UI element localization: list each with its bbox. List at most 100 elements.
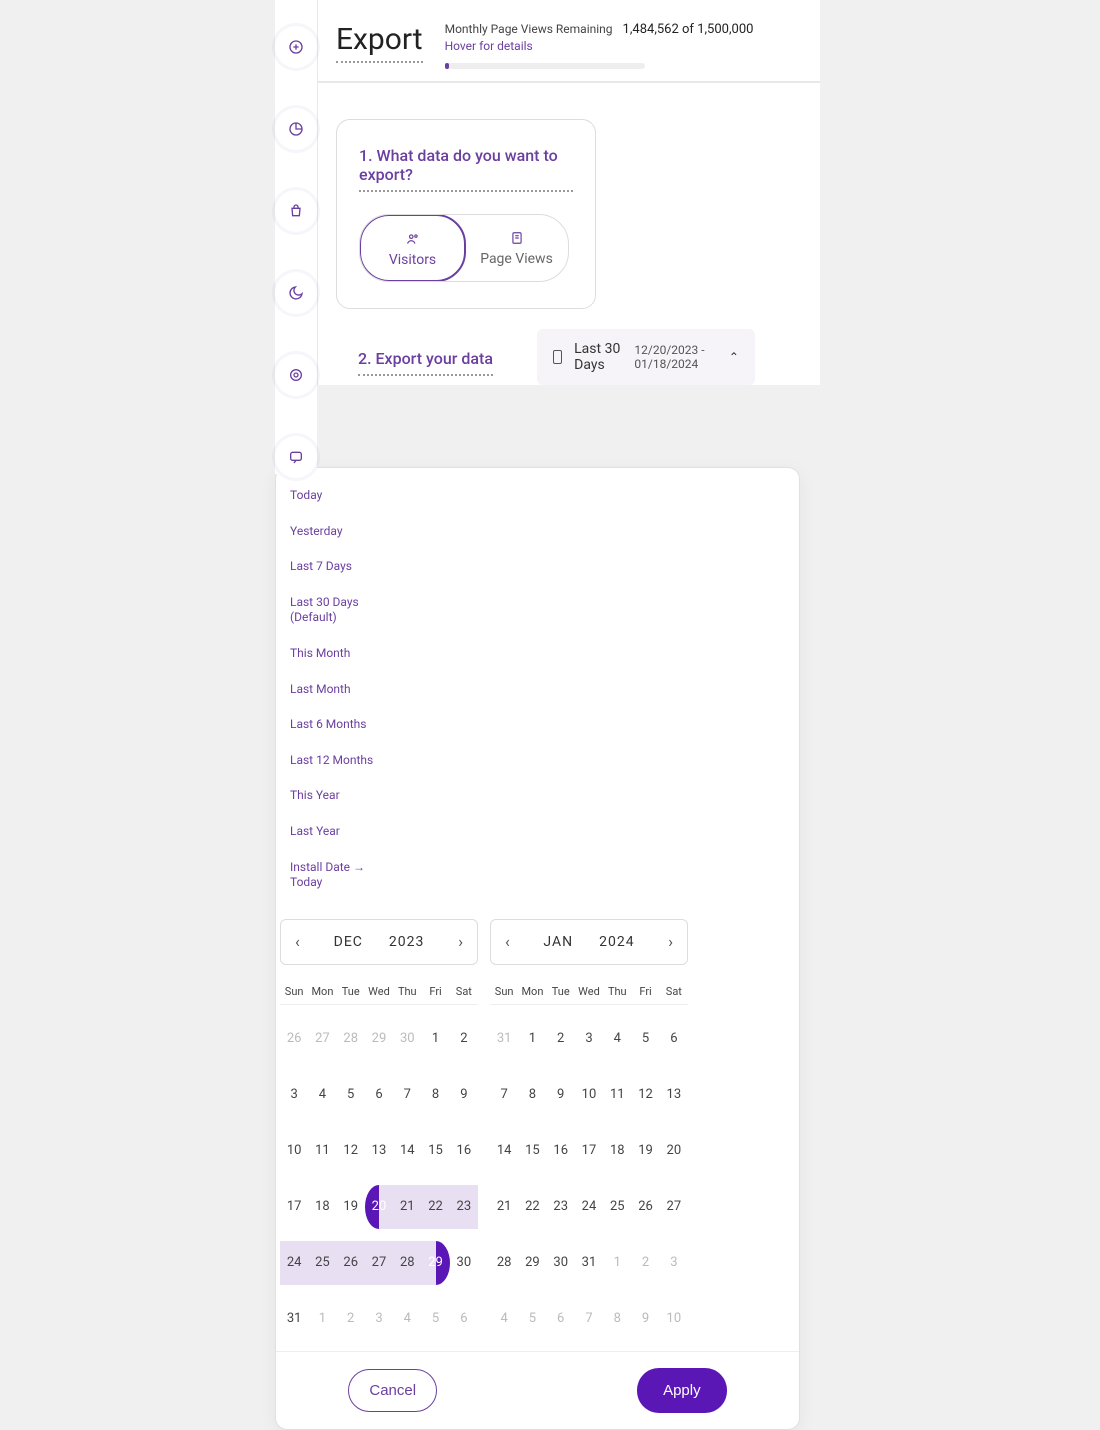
calendar-day[interactable]: 3 — [365, 1297, 393, 1341]
chat-icon[interactable] — [279, 440, 313, 474]
calendar-day[interactable]: 17 — [280, 1185, 308, 1229]
calendar-day[interactable]: 2 — [547, 1017, 575, 1061]
calendar-day[interactable]: 5 — [518, 1297, 546, 1341]
calendar-day[interactable]: 6 — [365, 1073, 393, 1117]
calendar-day[interactable]: 21 — [490, 1185, 518, 1229]
calendar-day[interactable]: 8 — [518, 1073, 546, 1117]
calendar-day[interactable]: 30 — [547, 1241, 575, 1285]
calendar-day[interactable]: 10 — [575, 1073, 603, 1117]
calendar-day[interactable]: 6 — [450, 1297, 478, 1341]
calendar-day[interactable]: 16 — [547, 1129, 575, 1173]
preset-option[interactable]: Last Month — [290, 682, 374, 698]
calendar-day[interactable]: 2 — [450, 1017, 478, 1061]
segment-page-views[interactable]: Page Views — [465, 215, 568, 281]
calendar-day[interactable]: 20 — [365, 1185, 393, 1229]
preset-option[interactable]: Last 6 Months — [290, 717, 374, 733]
calendar-day[interactable]: 28 — [393, 1241, 421, 1285]
calendar-day[interactable]: 7 — [393, 1073, 421, 1117]
next-month-icon[interactable]: › — [664, 928, 677, 955]
prev-month-icon[interactable]: ‹ — [501, 928, 514, 955]
calendar-day[interactable]: 31 — [575, 1241, 603, 1285]
calendar-day[interactable]: 3 — [280, 1073, 308, 1117]
calendar-day[interactable]: 18 — [603, 1129, 631, 1173]
calendar-day[interactable]: 21 — [393, 1185, 421, 1229]
apply-button[interactable]: Apply — [637, 1368, 727, 1413]
preset-option[interactable]: Last 7 Days — [290, 559, 374, 575]
calendar-day[interactable]: 6 — [660, 1017, 688, 1061]
calendar-day[interactable]: 14 — [393, 1129, 421, 1173]
calendar-day[interactable]: 22 — [421, 1185, 449, 1229]
calendar-day[interactable]: 7 — [575, 1297, 603, 1341]
calendar-day[interactable]: 27 — [308, 1017, 336, 1061]
calendar-day[interactable]: 1 — [603, 1241, 631, 1285]
calendar-day[interactable]: 4 — [308, 1073, 336, 1117]
calendar-day[interactable]: 19 — [631, 1129, 659, 1173]
calendar-day[interactable]: 13 — [660, 1073, 688, 1117]
calendar-day[interactable]: 27 — [660, 1185, 688, 1229]
calendar-day[interactable]: 24 — [280, 1241, 308, 1285]
calendar-day[interactable]: 12 — [631, 1073, 659, 1117]
calendar-day[interactable]: 15 — [421, 1129, 449, 1173]
calendar-day[interactable]: 25 — [308, 1241, 336, 1285]
calendar-day[interactable]: 31 — [490, 1017, 518, 1061]
preset-option[interactable]: Last 12 Months — [290, 753, 374, 769]
calendar-day[interactable]: 29 — [365, 1017, 393, 1061]
calendar-day[interactable]: 9 — [547, 1073, 575, 1117]
calendar-day[interactable]: 29 — [421, 1241, 449, 1285]
preset-option[interactable]: Last Year — [290, 824, 374, 840]
calendar-day[interactable]: 9 — [450, 1073, 478, 1117]
calendar-day[interactable]: 19 — [337, 1185, 365, 1229]
calendar-day[interactable]: 24 — [575, 1185, 603, 1229]
calendar-day[interactable]: 11 — [308, 1129, 336, 1173]
calendar-day[interactable]: 3 — [660, 1241, 688, 1285]
preset-option[interactable]: This Month — [290, 646, 374, 662]
hover-details[interactable]: Hover for details — [445, 39, 802, 53]
moon-icon[interactable] — [279, 276, 313, 310]
segment-visitors[interactable]: Visitors — [359, 214, 466, 282]
calendar-day[interactable]: 1 — [421, 1017, 449, 1061]
pie-chart-icon[interactable] — [279, 112, 313, 146]
calendar-day[interactable]: 6 — [547, 1297, 575, 1341]
calendar-day[interactable]: 29 — [518, 1241, 546, 1285]
bag-icon[interactable] — [279, 194, 313, 228]
calendar-day[interactable]: 4 — [393, 1297, 421, 1341]
preset-option[interactable]: Today — [290, 488, 374, 504]
calendar-day[interactable]: 28 — [337, 1017, 365, 1061]
calendar-day[interactable]: 2 — [337, 1297, 365, 1341]
calendar-day[interactable]: 2 — [631, 1241, 659, 1285]
preset-option[interactable]: Yesterday — [290, 524, 374, 540]
calendar-day[interactable]: 15 — [518, 1129, 546, 1173]
prev-month-icon[interactable]: ‹ — [291, 928, 304, 955]
calendar-day[interactable]: 13 — [365, 1129, 393, 1173]
calendar-day[interactable]: 22 — [518, 1185, 546, 1229]
calendar-day[interactable]: 31 — [280, 1297, 308, 1341]
calendar-day[interactable]: 5 — [631, 1017, 659, 1061]
date-range-trigger[interactable]: Last 30 Days 12/20/2023 - 01/18/2024 ⌃ — [537, 329, 755, 385]
calendar-day[interactable]: 3 — [575, 1017, 603, 1061]
calendar-day[interactable]: 8 — [603, 1297, 631, 1341]
calendar-day[interactable]: 27 — [365, 1241, 393, 1285]
preset-option[interactable]: Last 30 Days (Default) — [290, 595, 374, 626]
plus-icon[interactable] — [279, 30, 313, 64]
calendar-day[interactable]: 10 — [280, 1129, 308, 1173]
preset-option[interactable]: Install Date → Today — [290, 860, 374, 891]
calendar-day[interactable]: 7 — [490, 1073, 518, 1117]
calendar-day[interactable]: 26 — [280, 1017, 308, 1061]
calendar-day[interactable]: 16 — [450, 1129, 478, 1173]
next-month-icon[interactable]: › — [454, 928, 467, 955]
calendar-day[interactable]: 18 — [308, 1185, 336, 1229]
calendar-day[interactable]: 17 — [575, 1129, 603, 1173]
calendar-day[interactable]: 4 — [603, 1017, 631, 1061]
calendar-day[interactable]: 11 — [603, 1073, 631, 1117]
calendar-day[interactable]: 1 — [518, 1017, 546, 1061]
calendar-day[interactable]: 25 — [603, 1185, 631, 1229]
cancel-button[interactable]: Cancel — [348, 1369, 437, 1412]
calendar-day[interactable]: 30 — [450, 1241, 478, 1285]
calendar-day[interactable]: 4 — [490, 1297, 518, 1341]
preset-option[interactable]: This Year — [290, 788, 374, 804]
calendar-day[interactable]: 28 — [490, 1241, 518, 1285]
calendar-day[interactable]: 30 — [393, 1017, 421, 1061]
calendar-day[interactable]: 23 — [547, 1185, 575, 1229]
calendar-day[interactable]: 5 — [337, 1073, 365, 1117]
calendar-day[interactable]: 14 — [490, 1129, 518, 1173]
